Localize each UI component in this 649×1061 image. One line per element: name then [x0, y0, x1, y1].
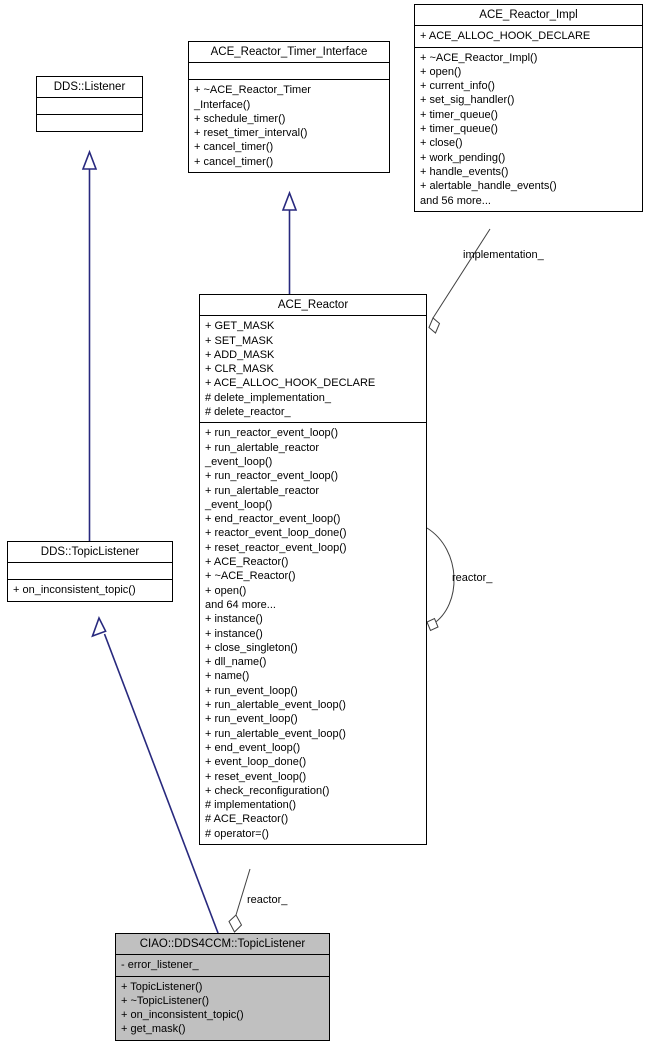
class-member-row: # operator=() — [205, 827, 269, 840]
class-member-row: + ~ACE_Reactor_Impl() — [420, 51, 538, 64]
class-member-row: + run_alertable_event_loop() — [205, 699, 346, 712]
attributes-compartment: + GET_MASK + SET_MASK + ADD_MASK + CLR_MASK… — [200, 316, 426, 422]
operations-compartment: + on_inconsistent_topic() — [8, 580, 172, 600]
attributes-compartment — [37, 98, 142, 114]
class-member-row: _Interface() — [194, 98, 251, 111]
class-member-row: + ADD_MASK — [205, 348, 275, 361]
operations-compartment: + TopicListener() + ~TopicListener() + on_… — [116, 977, 329, 1040]
class-member-row: + SET_MASK — [205, 334, 274, 347]
edge-label-reactor-self: reactor_ — [452, 572, 493, 584]
edge-label-reactor-bottom: reactor_ — [247, 894, 288, 906]
class-member-row: + run_alertable_event_loop() — [205, 727, 346, 740]
class-title: DDS::TopicListener — [40, 546, 140, 558]
class-member-row: + CLR_MASK — [205, 363, 274, 376]
class-member-row: + ACE_Reactor() — [205, 556, 289, 569]
class-member-row: + ~TopicListener() — [121, 994, 210, 1007]
class-member-row: + dll_name() — [205, 656, 267, 669]
class-member-row: + end_event_loop() — [205, 741, 301, 754]
attributes-compartment — [189, 63, 389, 79]
inheritance-topiclistener-to-listener — [81, 149, 98, 541]
class-title: ACE_Reactor_Timer_Interface — [210, 46, 368, 58]
class-box-ace-reactor-timer-interface[interactable]: ACE_Reactor_Timer_Interface + ~ACE_React… — [188, 41, 390, 174]
class-member-row: + ACE_ALLOC_HOOK_DECLARE — [205, 377, 376, 390]
class-member-row: and 56 more... — [420, 194, 491, 207]
class-member-row: # ACE_Reactor() — [205, 813, 289, 826]
class-diagram-canvas: implementation_ reactor_ reactor_ DDS::L… — [0, 0, 649, 1061]
attributes-compartment — [8, 563, 172, 579]
class-member-row: + instance() — [205, 627, 263, 640]
class-member-row: + on_inconsistent_topic() — [121, 1009, 244, 1022]
class-member-row: + reset_reactor_event_loop() — [205, 541, 347, 554]
class-member-row: + set_sig_handler() — [420, 94, 515, 107]
class-member-row: + ACE_ALLOC_HOOK_DECLARE — [420, 30, 591, 43]
class-box-ciao-dds4ccm-topiclistener[interactable]: CIAO::DDS4CCM::TopicListener - error_lis… — [115, 933, 330, 1041]
class-member-row: + cancel_timer() — [194, 141, 274, 154]
class-title: ACE_Reactor_Impl — [479, 9, 578, 21]
class-title: DDS::Listener — [53, 81, 126, 93]
class-box-dds-listener[interactable]: DDS::Listener — [36, 76, 143, 133]
class-member-row: + instance() — [205, 613, 263, 626]
operations-compartment — [37, 115, 142, 131]
class-member-row: + open() — [205, 584, 247, 597]
class-member-row: + ~ACE_Reactor_Timer — [194, 84, 311, 97]
edge-label-implementation: implementation_ — [463, 249, 544, 261]
operations-compartment: + ~ACE_Reactor_Impl() + open() + current_i… — [415, 48, 642, 211]
class-box-ace-reactor[interactable]: ACE_Reactor + GET_MASK + SET_MASK + ADD_MA… — [199, 294, 427, 845]
class-member-row: + end_reactor_event_loop() — [205, 513, 341, 526]
class-box-dds-topiclistener[interactable]: DDS::TopicListener + on_inconsistent_top… — [7, 541, 173, 602]
class-member-row: + run_reactor_event_loop() — [205, 427, 338, 440]
class-member-row: + GET_MASK — [205, 320, 275, 333]
class-member-row: + handle_events() — [420, 165, 509, 178]
class-member-row: + event_loop_done() — [205, 756, 307, 769]
class-member-row: + timer_queue() — [420, 123, 498, 136]
class-member-row: + name() — [205, 670, 250, 683]
class-member-row: + timer_queue() — [420, 108, 498, 121]
class-member-row: + ~ACE_Reactor() — [205, 570, 296, 583]
class-member-row: # delete_implementation_ — [205, 391, 331, 404]
attributes-compartment: - error_listener_ — [116, 955, 329, 975]
class-member-row: + get_mask() — [121, 1023, 186, 1036]
class-member-row: + cancel_timer() — [194, 155, 274, 168]
class-member-row: + run_alertable_reactor — [205, 441, 320, 454]
class-member-row: + run_event_loop() — [205, 713, 298, 726]
class-member-row: and 64 more... — [205, 598, 276, 611]
class-member-row: - error_listener_ — [121, 959, 199, 972]
class-member-row: # delete_reactor_ — [205, 406, 291, 419]
class-member-row: + run_alertable_reactor — [205, 484, 320, 497]
class-member-row: + reset_event_loop() — [205, 770, 307, 783]
class-member-row: + run_event_loop() — [205, 684, 298, 697]
operations-compartment: + run_reactor_event_loop() + run_alertabl… — [200, 423, 426, 844]
class-member-row: _event_loop() — [205, 498, 273, 511]
class-member-row: + run_reactor_event_loop() — [205, 470, 338, 483]
class-member-row: # implementation() — [205, 799, 297, 812]
class-member-row: + TopicListener() — [121, 980, 203, 993]
class-title: CIAO::DDS4CCM::TopicListener — [139, 938, 306, 950]
operations-compartment: + ~ACE_Reactor_Timer _Interface() + schedu… — [189, 80, 389, 172]
class-member-row: + work_pending() — [420, 151, 506, 164]
association-reactor-self — [426, 527, 455, 632]
class-member-row: _event_loop() — [205, 455, 273, 468]
class-member-row: + reset_timer_interval() — [194, 127, 308, 140]
attributes-compartment: + ACE_ALLOC_HOOK_DECLARE — [415, 26, 642, 46]
class-member-row: + open() — [420, 65, 462, 78]
inheritance-acereactor-to-timerinterface — [281, 190, 298, 294]
class-member-row: + close() — [420, 137, 463, 150]
class-member-row: + current_info() — [420, 80, 495, 93]
class-title: ACE_Reactor — [277, 299, 349, 311]
association-implementation — [428, 228, 491, 334]
class-member-row: + check_reconfiguration() — [205, 784, 330, 797]
class-member-row: + schedule_timer() — [194, 112, 286, 125]
class-member-row: + on_inconsistent_topic() — [13, 584, 136, 597]
class-member-row: + reactor_event_loop_done() — [205, 527, 347, 540]
class-member-row: + alertable_handle_events() — [420, 180, 557, 193]
class-member-row: + close_singleton() — [205, 641, 298, 654]
class-box-ace-reactor-impl[interactable]: ACE_Reactor_Impl + ACE_ALLOC_HOOK_DECLAR… — [414, 4, 643, 212]
